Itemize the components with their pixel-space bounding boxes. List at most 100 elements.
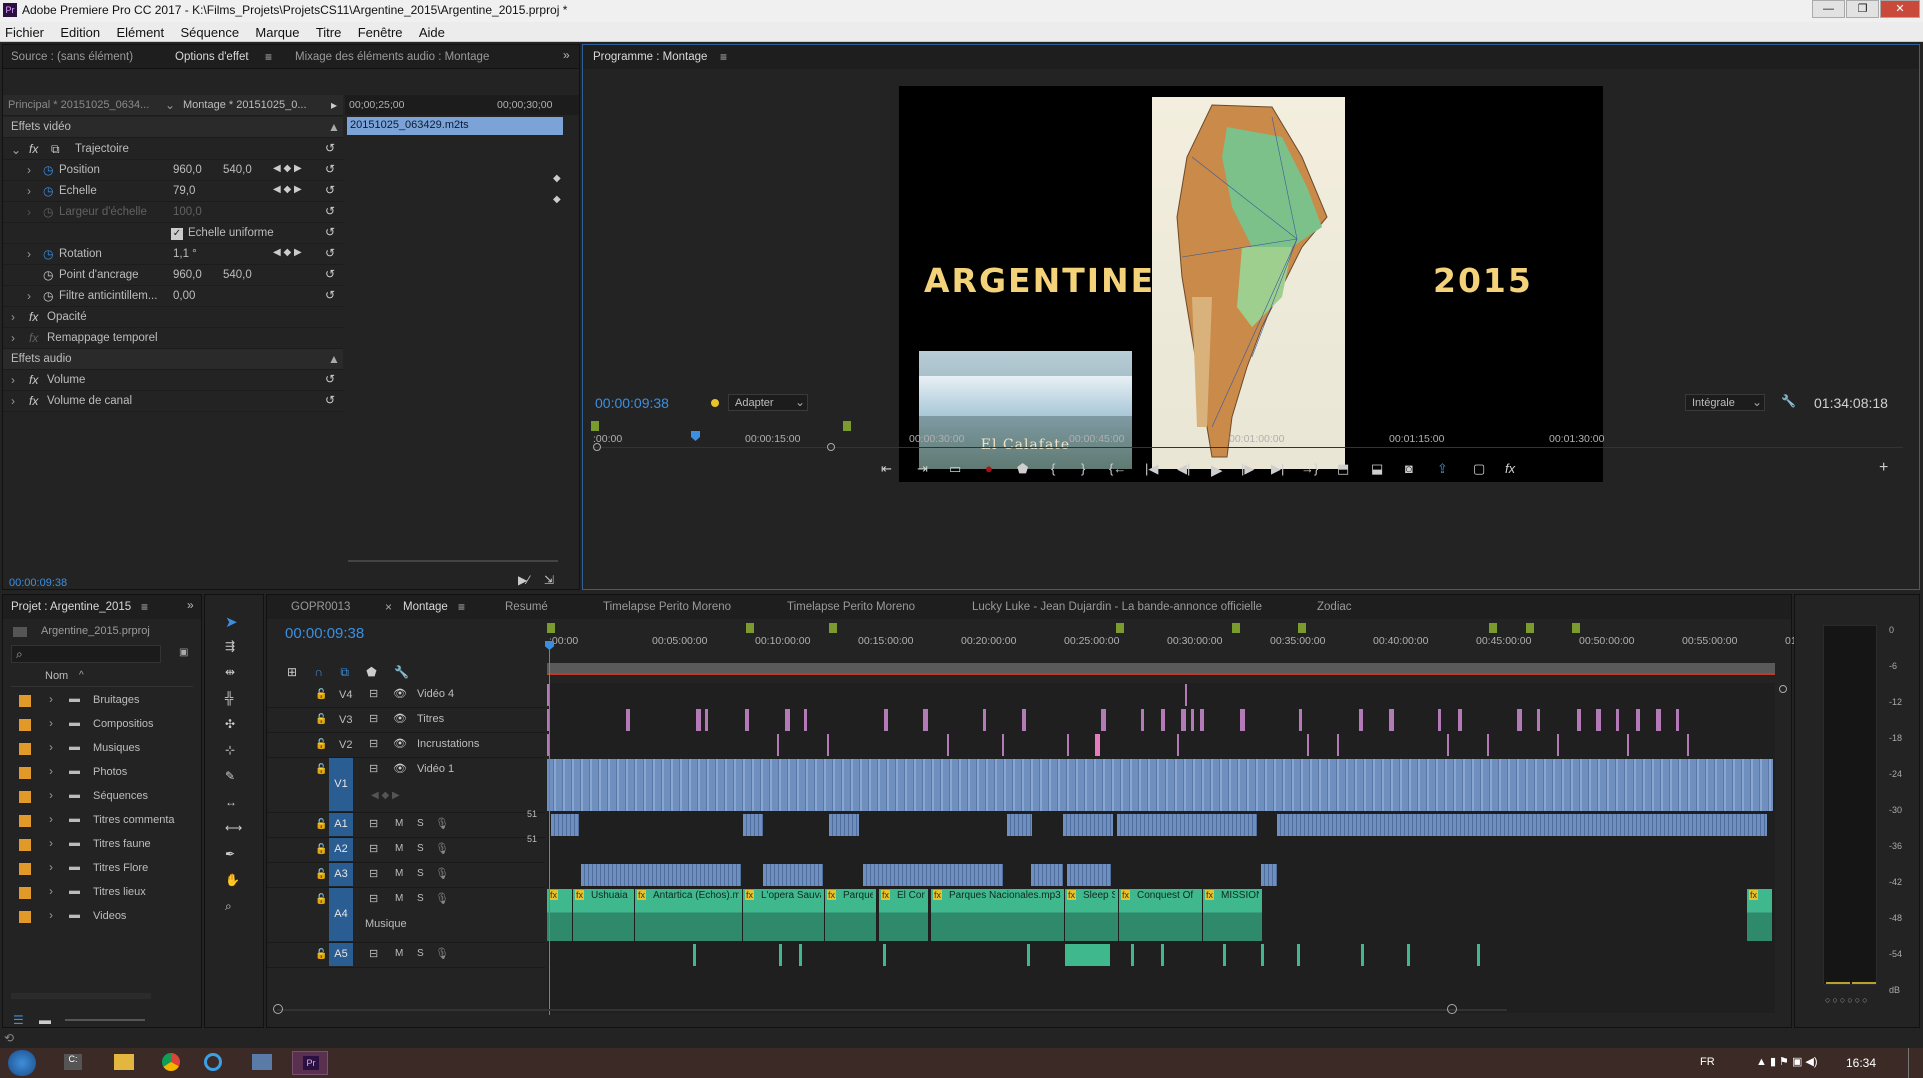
sequence-clip-label[interactable]: Montage * 20151025_0... bbox=[183, 99, 307, 111]
stopwatch-icon[interactable]: ◷ bbox=[43, 184, 53, 198]
mute-button[interactable]: M bbox=[395, 843, 403, 854]
set-out-icon[interactable]: } bbox=[1081, 461, 1085, 476]
sync-lock-icon[interactable]: ⊟ bbox=[369, 817, 378, 830]
fx-icon[interactable]: fx bbox=[29, 310, 38, 324]
music-clip[interactable]: fx bbox=[1747, 889, 1772, 941]
show-desktop-button[interactable] bbox=[1908, 1048, 1923, 1078]
rolling-edit-tool-icon[interactable]: ╬ bbox=[225, 691, 234, 705]
anchor-y-value[interactable]: 540,0 bbox=[223, 269, 252, 281]
project-bin-item[interactable]: › ▬ Titres commenta bbox=[3, 809, 193, 833]
expand-chevron-icon[interactable]: › bbox=[49, 836, 53, 850]
title-clip[interactable] bbox=[1537, 709, 1540, 731]
program-zoom-bar[interactable] bbox=[593, 447, 1903, 448]
effect-opacity[interactable]: › fx Opacité bbox=[3, 307, 343, 328]
keyframe-icon[interactable]: ◆ bbox=[553, 194, 561, 205]
sfx-clip[interactable] bbox=[779, 944, 782, 966]
title-clip[interactable] bbox=[784, 709, 790, 731]
vertical-scroll-handle[interactable] bbox=[1779, 685, 1787, 693]
mute-button[interactable]: M bbox=[395, 948, 403, 959]
audio-clip-a3[interactable] bbox=[1067, 864, 1111, 886]
title-clip[interactable] bbox=[804, 709, 808, 731]
sfx-clip[interactable] bbox=[1131, 944, 1134, 966]
mute-button[interactable]: M bbox=[395, 868, 403, 879]
minimize-button[interactable]: — bbox=[1812, 0, 1845, 18]
lock-icon[interactable]: 🔓 bbox=[315, 844, 327, 855]
overlay-clip[interactable] bbox=[1067, 734, 1069, 756]
project-bin-item[interactable]: › ▬ Titres lieux bbox=[3, 881, 193, 905]
project-bin-item[interactable]: › ▬ Séquences bbox=[3, 785, 193, 809]
title-clip[interactable] bbox=[1388, 709, 1394, 731]
sync-lock-icon[interactable]: ⊟ bbox=[369, 842, 378, 855]
fx-icon[interactable]: fx bbox=[29, 394, 38, 408]
start-button[interactable] bbox=[8, 1050, 36, 1076]
expand-chevron-icon[interactable]: › bbox=[49, 692, 53, 706]
slip-tool-icon[interactable]: ↔ bbox=[225, 795, 237, 809]
program-ruler[interactable]: :00:00 00:00:15:00 00:00:30:00 00:00:45:… bbox=[591, 421, 1911, 447]
title-clip[interactable] bbox=[1596, 709, 1602, 731]
expand-chevron-icon[interactable]: › bbox=[49, 740, 53, 754]
title-clip[interactable] bbox=[1576, 709, 1581, 731]
wrench-icon[interactable]: 🔧 bbox=[394, 665, 409, 679]
sync-lock-icon[interactable]: ⊟ bbox=[369, 687, 378, 700]
mark-out-icon[interactable]: ⇥ bbox=[917, 461, 928, 477]
sequence-marker[interactable] bbox=[1298, 623, 1307, 633]
stopwatch-icon[interactable]: ◷ bbox=[43, 268, 53, 282]
track-name[interactable]: Vidéo 4 bbox=[417, 688, 454, 700]
thumbnail-size-slider[interactable] bbox=[65, 1019, 145, 1021]
effect-clip-bar[interactable]: 20151025_063429.m2ts bbox=[347, 117, 563, 135]
overlay-clip[interactable] bbox=[1627, 734, 1629, 756]
play-button-icon[interactable]: ▶ bbox=[1211, 461, 1223, 479]
project-search-input[interactable]: ⌕ bbox=[11, 645, 161, 663]
track-name[interactable]: Titres bbox=[417, 713, 444, 725]
menu-edition[interactable]: Edition bbox=[55, 22, 100, 40]
music-clip[interactable]: fx Parque bbox=[825, 889, 876, 941]
close-window-button[interactable]: ✕ bbox=[1880, 0, 1920, 18]
title-clip[interactable] bbox=[1190, 709, 1194, 731]
reset-icon[interactable]: ↺ bbox=[325, 225, 335, 239]
music-clip[interactable]: fx Ushuaia bbox=[573, 889, 634, 941]
solo-button[interactable]: S bbox=[417, 948, 424, 959]
solo-button[interactable]: S bbox=[417, 818, 424, 829]
title-clip[interactable] bbox=[626, 709, 631, 731]
export-icon[interactable]: ⇲ bbox=[544, 573, 554, 587]
effect-time-remap[interactable]: › fx Remappage temporel bbox=[3, 328, 343, 349]
track-name[interactable]: Incrustations bbox=[417, 738, 479, 750]
menu-sequence[interactable]: Séquence bbox=[176, 22, 240, 40]
clock[interactable]: 16:34 bbox=[1846, 1056, 1876, 1070]
lock-icon[interactable]: 🔓 bbox=[315, 714, 327, 725]
pen-tool-icon[interactable]: ✒ bbox=[225, 847, 235, 861]
linked-selection-icon[interactable]: ⧉ bbox=[340, 665, 349, 679]
collapse-arrow-icon[interactable]: ▲ bbox=[328, 120, 340, 134]
quality-dropdown[interactable]: Intégrale ⌄ bbox=[1685, 394, 1765, 411]
record-icon[interactable]: ● bbox=[985, 461, 993, 476]
expand-chevron-icon[interactable]: › bbox=[49, 908, 53, 922]
selection-tool-icon[interactable]: ➤ bbox=[225, 613, 238, 631]
audio-clip-a3[interactable] bbox=[863, 864, 1003, 886]
stopwatch-icon[interactable]: ◷ bbox=[43, 247, 53, 261]
tab-timelapse-2[interactable]: Timelapse Perito Moreno bbox=[787, 601, 915, 613]
solo-button[interactable]: S bbox=[417, 893, 424, 904]
project-bin-item[interactable]: › ▬ Photos bbox=[3, 761, 193, 785]
list-view-icon[interactable]: ☰ bbox=[13, 1013, 24, 1027]
effect-volume[interactable]: › fx Volume ↺ bbox=[3, 370, 343, 391]
overlay-clip[interactable] bbox=[1447, 734, 1449, 756]
title-clip[interactable] bbox=[883, 709, 888, 731]
title-clip[interactable] bbox=[1299, 709, 1303, 731]
maximize-button[interactable]: ❐ bbox=[1846, 0, 1879, 18]
zoom-handle-left[interactable] bbox=[273, 1004, 283, 1014]
sequence-marker[interactable] bbox=[1526, 623, 1535, 633]
add-marker-icon[interactable]: ⬟ bbox=[366, 665, 376, 679]
track-target[interactable]: A1 bbox=[329, 813, 353, 836]
sequence-marker[interactable] bbox=[1489, 623, 1498, 633]
sfx-clip[interactable] bbox=[693, 944, 696, 966]
nest-icon[interactable]: ⊞ bbox=[287, 665, 297, 679]
sfx-clip[interactable] bbox=[1297, 944, 1300, 966]
music-clip[interactable]: fx Conquest Of bbox=[1119, 889, 1202, 941]
expand-chevron-icon[interactable]: ⌄ bbox=[11, 143, 21, 157]
sync-lock-icon[interactable]: ⊟ bbox=[369, 737, 378, 750]
solo-button[interactable]: S bbox=[417, 843, 424, 854]
expand-chevron-icon[interactable]: › bbox=[49, 884, 53, 898]
sfx-clip[interactable] bbox=[1027, 944, 1030, 966]
master-clip-label[interactable]: Principal * 20151025_0634... bbox=[8, 99, 149, 111]
panel-overflow-icon[interactable]: » bbox=[563, 48, 570, 62]
